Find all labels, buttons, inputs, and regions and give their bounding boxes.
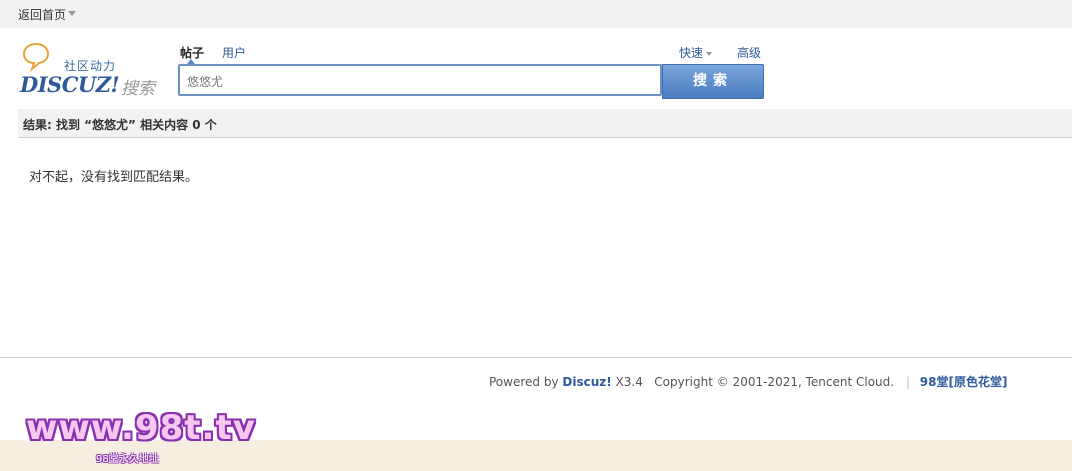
chevron-down-icon[interactable] <box>68 11 76 16</box>
tab-users[interactable]: 用户 <box>222 44 246 61</box>
footer: Powered by Discuz! X3.4 Copyright © 2001… <box>489 373 1007 390</box>
version: X3.4 <box>611 375 643 389</box>
footer-separator: | <box>905 375 910 389</box>
home-link[interactable]: 返回首页 <box>18 6 66 23</box>
speech-bubble-icon <box>22 42 50 72</box>
watermark-subtitle: 98堂永久地址 <box>96 454 159 465</box>
chevron-down-icon <box>706 51 713 56</box>
site-link[interactable]: 98堂[原色花堂] <box>920 375 1008 389</box>
discuz-link[interactable]: Discuz! <box>562 375 611 389</box>
copyright: Copyright © 2001-2021, Tencent Cloud. <box>654 375 895 389</box>
logo-search-word: 搜索 <box>121 79 155 99</box>
quick-search-label: 快速 <box>679 46 704 60</box>
top-bar: 返回首页 <box>0 0 1072 28</box>
powered-prefix: Powered by <box>489 375 563 389</box>
discuz-logo[interactable]: 社区动力 DISCUZ! 搜索 <box>18 42 168 99</box>
result-summary: 结果: 找到 “悠悠尤” 相关内容 0 个 <box>23 118 217 132</box>
search-button[interactable]: 搜索 <box>662 64 764 99</box>
logo-brand: DISCUZ! <box>20 72 120 97</box>
watermark-logo: www.98t.tv <box>26 408 256 448</box>
footer-divider <box>0 357 1072 358</box>
search-box <box>178 64 662 96</box>
search-input[interactable] <box>185 67 659 95</box>
quick-search-menu[interactable]: 快速 <box>679 44 713 61</box>
advanced-search-link[interactable]: 高级 <box>737 44 761 61</box>
result-summary-bar: 结果: 找到 “悠悠尤” 相关内容 0 个 <box>18 109 1072 138</box>
empty-result-message: 对不起，没有找到匹配结果。 <box>29 170 199 185</box>
